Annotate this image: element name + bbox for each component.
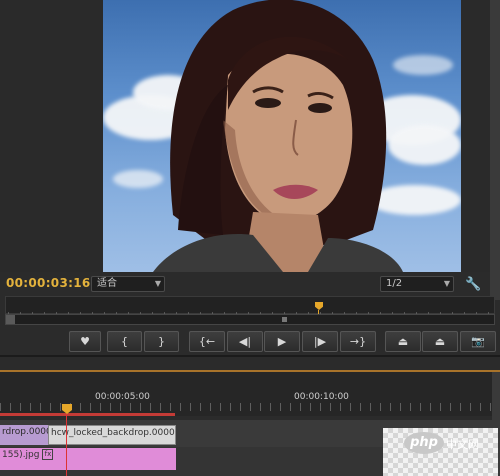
clip-label: 155).jpg — [2, 450, 40, 460]
export-frame-button[interactable]: 📷 — [460, 331, 496, 352]
clip-label: rdrop.0000 — [2, 427, 48, 437]
chevron-down-icon: ▼ — [443, 279, 450, 288]
lift-button[interactable]: ⏏ — [385, 331, 421, 352]
wrench-icon[interactable]: 🔧 — [465, 277, 481, 292]
zoom-center-marker — [282, 317, 287, 322]
program-monitor-video — [103, 0, 461, 272]
extract-button[interactable]: ⏏ — [422, 331, 458, 352]
clip-backdrop-a[interactable]: rdrop.0000 — [0, 425, 48, 445]
mark-in-button[interactable]: { — [107, 331, 142, 352]
play-button[interactable]: ▶ — [264, 331, 300, 352]
timeline-playhead-line — [66, 414, 67, 476]
php-logo: php — [404, 432, 444, 454]
step-forward-button[interactable]: |▶ — [302, 331, 338, 352]
ruler-label: 00:00:10:00 — [294, 392, 349, 402]
playhead-timecode[interactable]: 00:00:03:16 — [6, 276, 91, 290]
clip-image-jpg[interactable]: 155).jpg fx — [0, 448, 176, 470]
fit-select[interactable]: 适合 ▼ — [91, 276, 165, 292]
step-back-button[interactable]: ◀| — [227, 331, 263, 352]
timeline-header — [0, 357, 500, 371]
fit-select-value: 适合 — [97, 278, 117, 289]
person-image — [153, 0, 403, 272]
ruler-ticks — [0, 403, 492, 411]
clip-label: hcw_locked_backdrop.0000 — [51, 428, 175, 438]
clip-hcw-locked-backdrop[interactable]: hcw_locked_backdrop.0000 — [48, 425, 176, 445]
watermark-text: 中文网 — [446, 438, 479, 451]
resolution-select-value: 1/2 — [386, 278, 403, 289]
watermark-checker — [383, 428, 498, 476]
zoom-scroll-bar[interactable] — [5, 314, 495, 325]
zoom-scroll-handle[interactable] — [6, 315, 15, 324]
monitor-letterbox-right — [461, 0, 500, 300]
chevron-down-icon: ▼ — [154, 279, 161, 288]
go-to-in-button[interactable]: {← — [189, 331, 225, 352]
add-marker-button[interactable]: ♥ — [69, 331, 101, 352]
mark-out-button[interactable]: } — [144, 331, 179, 352]
fx-badge-icon[interactable]: fx — [42, 449, 54, 460]
monitor-letterbox-left — [0, 0, 103, 272]
go-to-out-button[interactable]: →} — [340, 331, 376, 352]
ruler-label: 00:00:05:00 — [95, 392, 150, 402]
resolution-select[interactable]: 1/2 ▼ — [380, 276, 454, 292]
work-area-bar[interactable] — [0, 413, 175, 416]
